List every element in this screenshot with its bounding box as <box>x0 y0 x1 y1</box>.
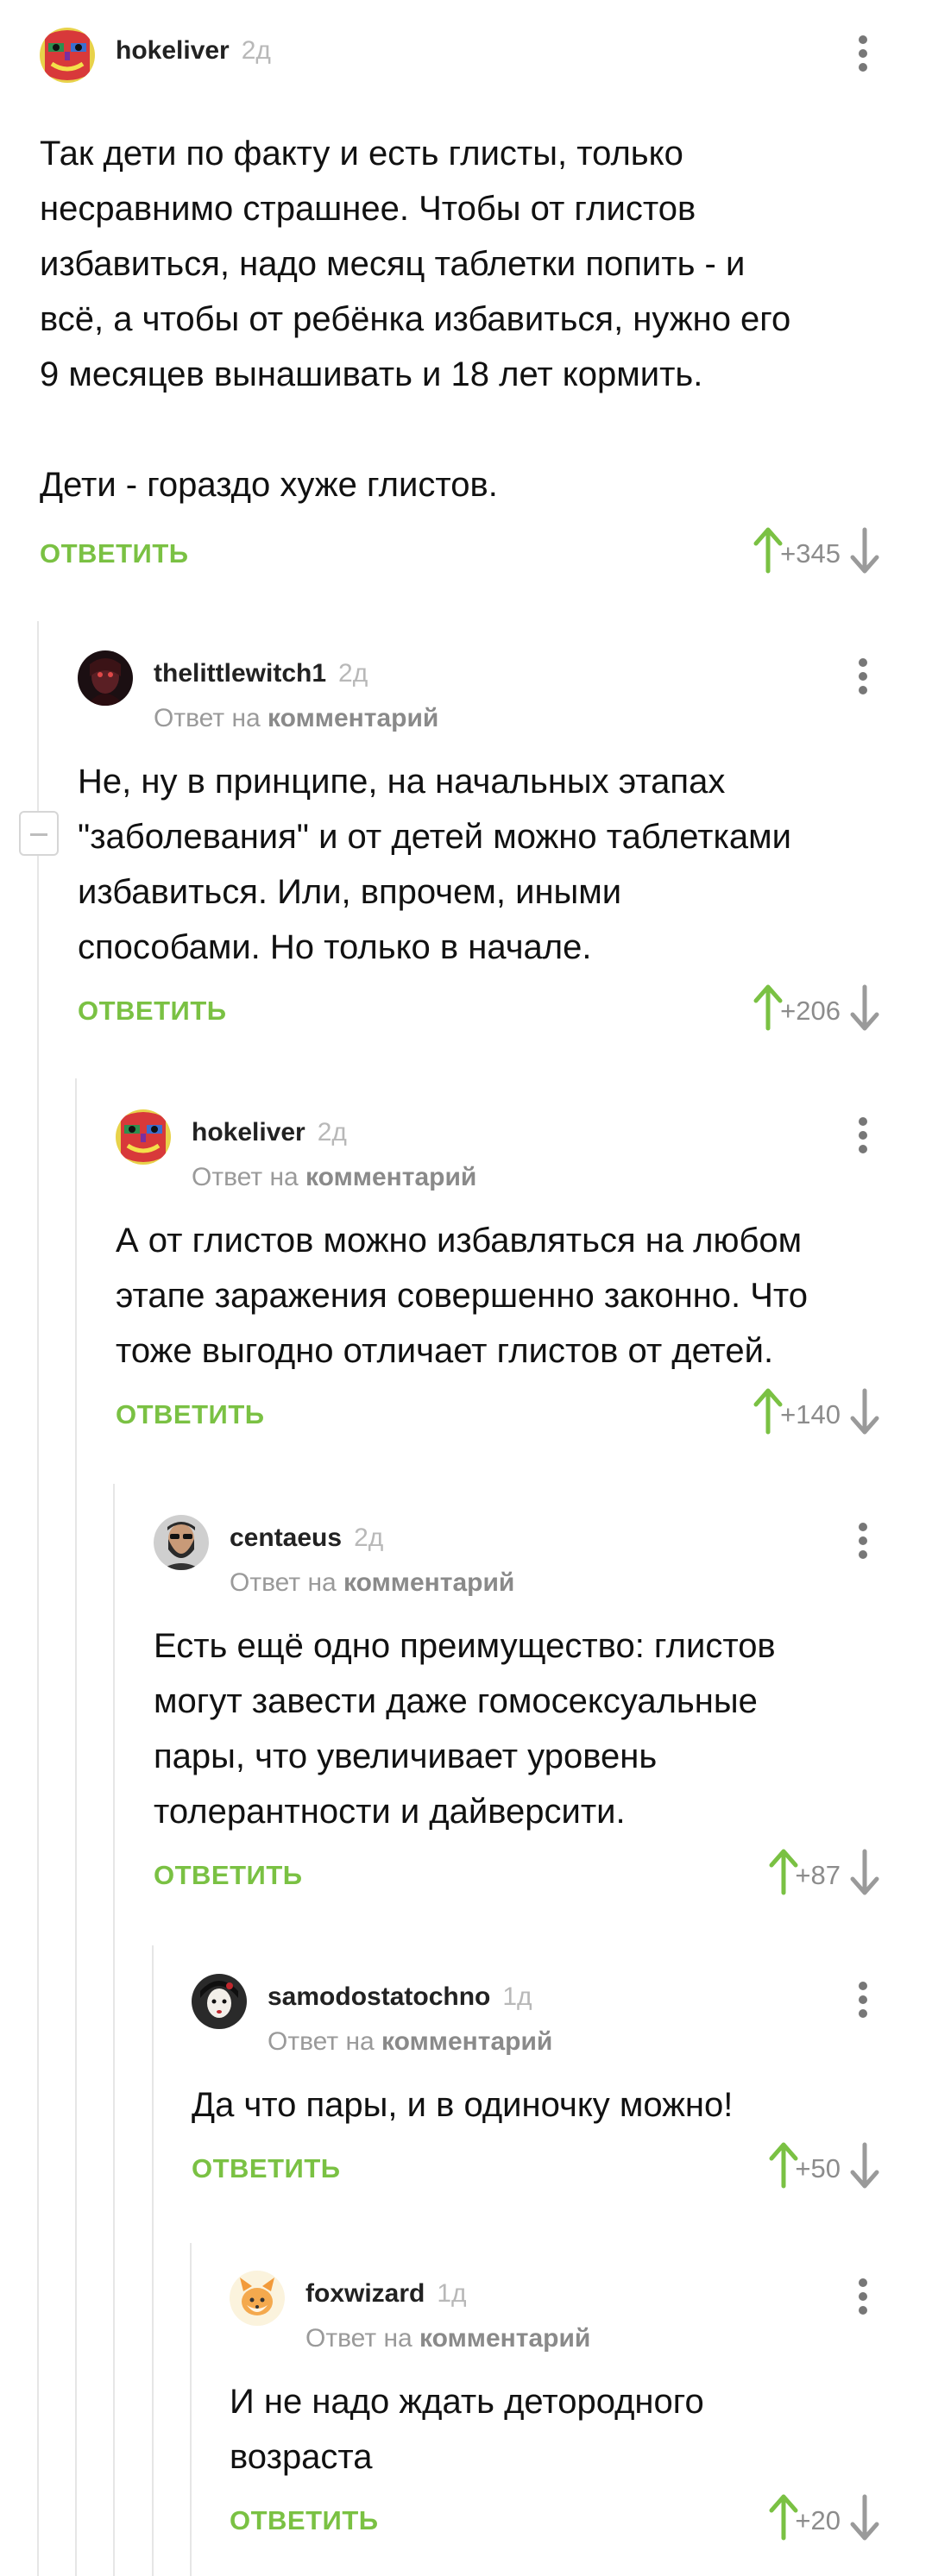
dark-portrait-avatar-icon <box>78 650 133 706</box>
reply-button[interactable]: ОТВЕТИТЬ <box>192 2153 341 2184</box>
more-options-icon[interactable] <box>846 2269 880 2324</box>
downvote-icon[interactable] <box>847 2493 882 2541</box>
rating-score: +345 <box>780 538 841 569</box>
reply-button[interactable]: ОТВЕТИТЬ <box>116 1399 265 1430</box>
downvote-icon[interactable] <box>847 1387 882 1436</box>
more-options-icon[interactable] <box>846 1513 880 1568</box>
more-options-icon[interactable] <box>846 26 880 81</box>
downvote-icon[interactable] <box>847 1848 882 1896</box>
reply-button[interactable]: ОТВЕТИТЬ <box>154 1860 303 1891</box>
more-options-icon[interactable] <box>846 1972 880 2027</box>
reply-button[interactable]: ОТВЕТИТЬ <box>230 2505 379 2536</box>
username[interactable]: samodostatochno 1д <box>268 1982 532 2012</box>
minus-icon <box>30 833 47 836</box>
comment-age: 2д <box>241 36 271 65</box>
reply-to-link[interactable]: Ответ на комментарий <box>268 2027 552 2057</box>
comment-text: Да что пары, и в одиночку можно! <box>192 2086 734 2124</box>
comment-text: Не, ну в принципе, на начальных этапах "… <box>78 763 791 966</box>
downvote-icon[interactable] <box>847 526 882 575</box>
colorful-mask-avatar-icon <box>116 1109 171 1165</box>
colorful-mask-avatar-icon <box>40 28 95 83</box>
username[interactable]: centaeus 2д <box>230 1524 383 1553</box>
thread-line[interactable] <box>75 1078 77 2576</box>
comment-age: 2д <box>317 1118 347 1147</box>
comment: hokeliver 2д Ответ на комментарий А от гл… <box>116 1108 932 1453</box>
avatar[interactable] <box>116 1109 171 1165</box>
comment: centaeus 2д Ответ на комментарий Есть ещё… <box>154 1513 932 1910</box>
username[interactable]: hokeliver 2д <box>192 1118 347 1147</box>
geisha-avatar-icon <box>192 1974 247 2029</box>
rating-score: +50 <box>795 2153 841 2183</box>
thread-line[interactable] <box>190 2243 192 2576</box>
avatar[interactable] <box>78 650 133 706</box>
downvote-icon[interactable] <box>847 983 882 1032</box>
comment: foxwizard 1д Ответ на комментарий И не на… <box>230 2269 932 2554</box>
avatar[interactable] <box>40 28 95 83</box>
rating-score: +140 <box>780 1399 841 1429</box>
bearded-man-avatar-icon <box>154 1515 209 1570</box>
rating-score: +20 <box>795 2505 841 2535</box>
downvote-icon[interactable] <box>847 2141 882 2190</box>
username[interactable]: foxwizard 1д <box>305 2279 467 2309</box>
avatar[interactable] <box>230 2271 285 2326</box>
collapse-thread-button[interactable] <box>19 811 59 856</box>
rating-score: +87 <box>795 1860 841 1890</box>
avatar[interactable] <box>192 1974 247 2029</box>
reply-to-link[interactable]: Ответ на комментарий <box>154 704 438 733</box>
comment: samodostatochno 1д Ответ на комментарий Д… <box>192 1972 932 2214</box>
more-options-icon[interactable] <box>846 1108 880 1163</box>
comment-text: А от глистов можно избавляться на любом … <box>116 1222 809 1370</box>
thread-line[interactable] <box>37 621 39 2576</box>
reply-to-link[interactable]: Ответ на комментарий <box>192 1163 476 1192</box>
reply-to-link[interactable]: Ответ на комментарий <box>305 2324 590 2353</box>
comment-age: 2д <box>354 1524 384 1552</box>
avatar[interactable] <box>154 1515 209 1570</box>
username[interactable]: thelittlewitch1 2д <box>154 659 368 688</box>
reply-button[interactable]: ОТВЕТИТЬ <box>78 996 227 1027</box>
comment-thread: hokeliver 2д Так дети по факту и есть гли… <box>0 0 932 2576</box>
rating-score: +206 <box>780 996 841 1026</box>
thread-line[interactable] <box>152 1945 154 2576</box>
username[interactable]: hokeliver 2д <box>116 36 271 66</box>
comment-age: 2д <box>338 659 368 688</box>
reply-button[interactable]: ОТВЕТИТЬ <box>40 538 189 569</box>
comment-text: И не надо ждать детородного возраста <box>230 2383 704 2476</box>
comment-text: Есть ещё одно преимущество: глистов могу… <box>154 1627 776 1831</box>
thread-line[interactable] <box>113 1484 115 2576</box>
comment-age: 1д <box>437 2279 467 2308</box>
comment-age: 1д <box>502 1982 532 2011</box>
comment-text: Так дети по факту и есть глисты, только … <box>40 135 791 504</box>
reply-to-link[interactable]: Ответ на комментарий <box>230 1568 514 1598</box>
comment: hokeliver 2д Так дети по факту и есть гли… <box>40 26 932 578</box>
cartoon-fox-avatar-icon <box>230 2271 285 2326</box>
more-options-icon[interactable] <box>846 649 880 704</box>
comment: thelittlewitch1 2д Ответ на комментарий Н… <box>78 649 932 1046</box>
